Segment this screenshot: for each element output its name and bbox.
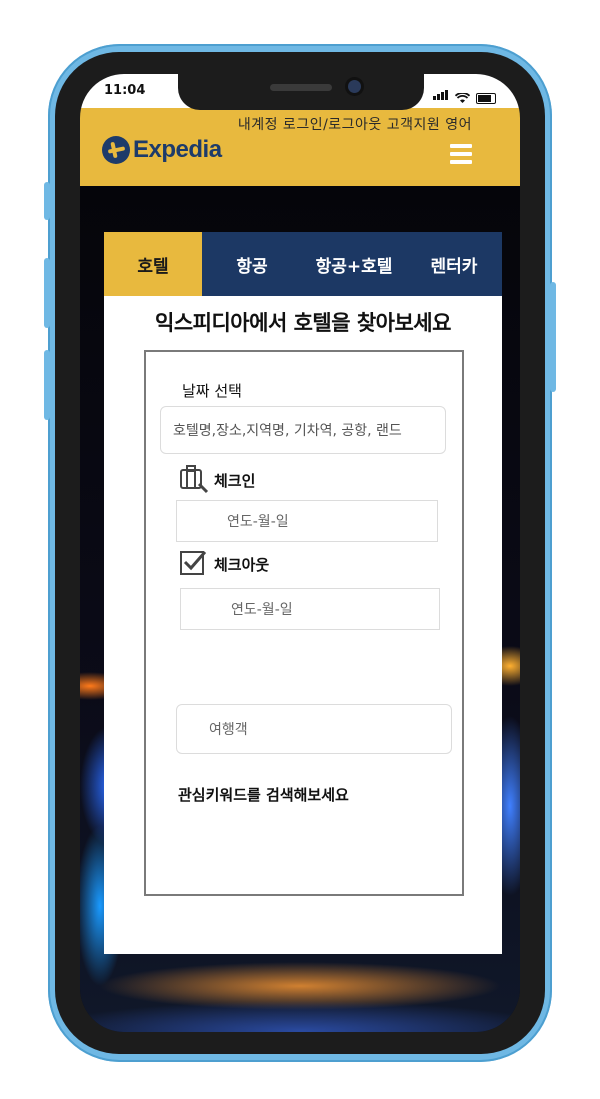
- expedia-logo[interactable]: Expedia: [102, 136, 222, 164]
- app-header: 내계정 로그인/로그아웃 고객지원 영어 Expedia: [80, 108, 520, 186]
- tab-rental-car[interactable]: 렌터카: [406, 232, 502, 296]
- signal-icon: [433, 85, 449, 104]
- side-button-right: [550, 282, 556, 392]
- battery-icon: [476, 93, 496, 104]
- wifi-icon: [455, 93, 470, 103]
- hamburger-menu-icon[interactable]: [450, 144, 472, 168]
- product-tabs: 호텔 항공 항공+호텔 렌터카: [104, 232, 502, 296]
- account-links[interactable]: 내계정 로그인/로그아웃 고객지원 영어: [238, 114, 472, 134]
- checkin-label: 체크인: [214, 472, 256, 490]
- logo-text: Expedia: [133, 136, 222, 163]
- status-time: 11:04: [104, 83, 146, 98]
- keyword-search-label[interactable]: 관심키워드를 검색해보세요: [178, 784, 349, 805]
- date-select-label: 날짜 선택: [182, 382, 242, 400]
- search-panel: 호텔 항공 항공+호텔 렌터카 익스피디아에서 호텔을 찾아보세요 날짜 선택 …: [104, 232, 502, 954]
- plane-logo-icon: [102, 136, 130, 164]
- phone-screen: 11:04 내계정 로그인/로그아웃 고객지원 영어 Expedia 호텔 항공…: [80, 74, 520, 1032]
- checkbox-checked-icon: [180, 551, 207, 575]
- checkout-label: 체크아웃: [214, 556, 270, 574]
- speaker-grille: [270, 84, 332, 91]
- tab-flight-hotel[interactable]: 항공+호텔: [302, 232, 406, 296]
- location-input[interactable]: 호텔명,장소,지역명, 기차역, 공항, 랜드: [160, 406, 446, 454]
- checkin-date-input[interactable]: 연도-월-일: [176, 500, 438, 542]
- tab-flight[interactable]: 항공: [202, 232, 302, 296]
- hotel-search-form: 날짜 선택 호텔명,장소,지역명, 기차역, 공항, 랜드 체크인 연도-월-일…: [144, 350, 464, 896]
- luggage-icon: [180, 465, 209, 494]
- side-button-left-2: [44, 258, 50, 328]
- phone-notch: [178, 74, 424, 110]
- checkout-date-input[interactable]: 연도-월-일: [180, 588, 440, 630]
- travelers-input[interactable]: 여행객: [176, 704, 452, 754]
- front-camera-icon: [348, 80, 361, 93]
- page-title: 익스피디아에서 호텔을 찾아보세요: [155, 311, 451, 335]
- side-button-left-1: [44, 182, 50, 220]
- tab-hotel[interactable]: 호텔: [104, 232, 202, 296]
- side-button-left-3: [44, 350, 50, 420]
